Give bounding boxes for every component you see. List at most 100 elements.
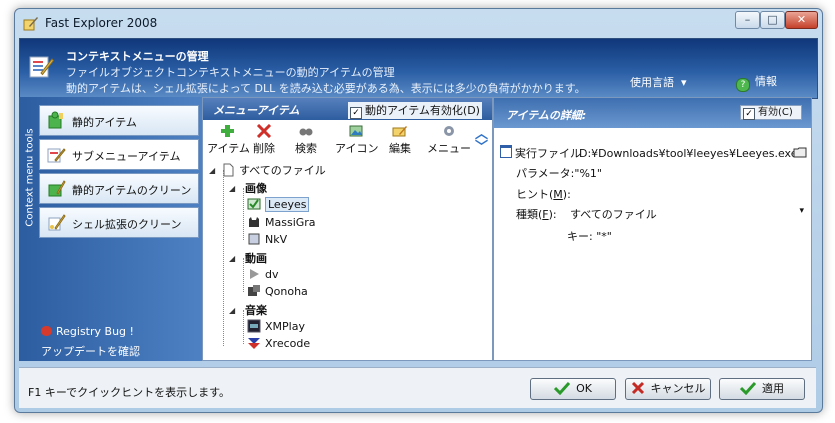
ok-button[interactable]: OK <box>530 378 616 400</box>
check-update-link[interactable]: アップデートを確認 <box>41 343 140 359</box>
leeyes-icon <box>247 198 261 210</box>
enable-dynamic-checkbox[interactable]: ✓ 動的アイテム有効化(D) <box>348 102 482 119</box>
maximize-button[interactable]: □ <box>760 11 785 29</box>
minimize-button[interactable]: – <box>735 11 760 29</box>
collapse-toggle-icon[interactable]: ◢ <box>209 166 215 175</box>
main-window: Fast Explorer 2008 – □ ✕ コンテキストメニューの管理 フ… <box>14 8 823 413</box>
qonoha-icon <box>248 285 260 296</box>
delete-button[interactable]: 削除 <box>253 124 275 156</box>
item-detail-panel: アイテムの詳細: ✓ 有効(C) 実行ファイルD:¥Downloads¥tool¥… <box>493 97 812 361</box>
hint-accesskey: M <box>553 188 563 201</box>
menu-items-header: メニューアイテム ✓ 動的アイテム有効化(D) <box>203 98 492 120</box>
item-detail-title: アイテムの詳細: <box>506 109 587 122</box>
tree-node-nkv[interactable]: NkV <box>247 232 287 246</box>
collapse-toggle-icon[interactable]: ◢ <box>229 306 235 315</box>
submenu-tool-icon <box>47 148 66 163</box>
sidebar-item-static-items[interactable]: 静的アイテム <box>39 105 199 136</box>
language-menu[interactable]: 使用言語 ▾ <box>630 74 687 90</box>
browse-folder-icon[interactable] <box>793 145 807 159</box>
edit-button[interactable]: 編集 <box>389 124 411 156</box>
move-down-icon[interactable]: ﹀ <box>475 136 488 155</box>
tree-guide-line <box>243 188 244 240</box>
tree-node-xmplay[interactable]: XMPlay <box>247 319 305 333</box>
tree-node-dv[interactable]: dv <box>247 267 279 281</box>
key-value: "*" <box>596 230 612 243</box>
tree-group-music[interactable]: 音楽 <box>245 302 267 318</box>
tree-guide-line <box>223 170 224 346</box>
footer-bar: F1 キーでクイックヒントを表示します。 OK キャンセル 適用 <box>19 367 816 408</box>
sidebar-item-label: 静的アイテムのクリーン <box>72 184 192 197</box>
hint-row[interactable]: ヒント(M): <box>516 186 571 202</box>
sidebar-item-label: 静的アイテム <box>72 116 137 129</box>
tree-node-massigra[interactable]: MassiGra <box>247 215 316 229</box>
banner-note: 動的アイテムは、シェル拡張によって DLL を読み込む必要がある為、表示には多少… <box>66 82 586 95</box>
header-banner: コンテキストメニューの管理 ファイルオブジェクトコンテキストメニューの動的アイテ… <box>19 38 818 99</box>
sidebar-item-shell-clean[interactable]: シェル拡張のクリーン <box>39 207 199 238</box>
xrecode-icon <box>248 338 260 349</box>
dropdown-arrow-icon: ▾ <box>799 206 804 216</box>
bug-icon <box>41 326 52 336</box>
menu-button[interactable]: メニュー <box>427 124 471 156</box>
menu-items-title: メニューアイテム <box>213 104 300 117</box>
binoculars-icon <box>299 128 313 136</box>
parameter-value[interactable]: "%1" <box>574 167 602 180</box>
icon-button[interactable]: アイコン <box>335 124 378 156</box>
info-link[interactable]: ? 情報 <box>736 73 777 92</box>
language-menu-label: 使用言語 <box>630 76 674 89</box>
search-button[interactable]: 検索 <box>295 124 317 156</box>
sidebar-item-submenu-items[interactable]: サブメニューアイテム <box>39 139 199 170</box>
edit-pencil-icon <box>392 126 407 137</box>
play-icon <box>250 269 259 279</box>
tree-guide-line <box>243 310 244 344</box>
context-menu-icon <box>29 56 54 78</box>
checkbox-checked-icon: ✓ <box>743 108 755 120</box>
add-item-button[interactable]: アイテム <box>207 124 250 156</box>
file-icon <box>223 163 234 177</box>
tree-guide-line <box>243 258 244 292</box>
dropdown-arrow-icon: ▾ <box>677 76 687 89</box>
registry-bug-link[interactable]: Registry Bug ! <box>41 325 134 338</box>
hint-label: ヒント( <box>516 188 554 201</box>
green-plus-icon <box>221 125 235 137</box>
type-label: 種類( <box>516 208 543 221</box>
menu-toolbar: アイテム 削除 検索 アイコン 編集 メニュー ︿ ﹀ <box>203 120 492 160</box>
sidebar-item-static-clean[interactable]: 静的アイテムのクリーン <box>39 173 199 204</box>
cat-icon <box>249 217 259 227</box>
menu-items-panel: メニューアイテム ✓動的アイテム有効化(D) アイテム 削除 検索 アイコン <box>202 97 493 361</box>
clean-puzzle-icon <box>48 180 66 197</box>
cancel-button[interactable]: キャンセル <box>625 378 711 400</box>
sidebar: Context menu tools 静的アイテム サブメニューアイテム 静的ア… <box>19 97 202 361</box>
exec-file-row: 実行ファイルD:¥Downloads¥tool¥leeyes¥Leeyes.ex… <box>500 145 798 161</box>
hint-label-tail: ): <box>562 188 571 201</box>
shell-clean-icon <box>48 214 66 231</box>
collapse-toggle-icon[interactable]: ◢ <box>229 254 235 263</box>
title-bar[interactable]: Fast Explorer 2008 – □ ✕ <box>15 9 822 37</box>
item-detail-header: アイテムの詳細: ✓ 有効(C) <box>494 98 811 128</box>
xmplay-icon <box>247 319 261 333</box>
tree-node-leeyes[interactable]: Leeyes <box>247 197 310 212</box>
valid-checkbox[interactable]: ✓ 有効(C) <box>740 105 802 120</box>
exec-file-label: 実行ファイル <box>515 147 581 160</box>
window-small-icon <box>500 145 512 158</box>
collapse-toggle-icon[interactable]: ◢ <box>229 184 235 193</box>
banner-description: ファイルオブジェクトコンテキストメニューの動的アイテムの管理 <box>66 66 395 79</box>
tree-group-video[interactable]: 動画 <box>245 250 267 266</box>
close-button[interactable]: ✕ <box>785 11 818 29</box>
info-icon: ? <box>736 78 750 92</box>
red-x-icon <box>631 381 644 395</box>
parameter-row: パラメータ:"%1" <box>516 165 602 181</box>
checkbox-checked-icon: ✓ <box>350 107 362 119</box>
sidebar-item-label: シェル拡張のクリーン <box>72 218 182 231</box>
tree-node-qonoha[interactable]: Qonoha <box>247 284 308 298</box>
apply-button[interactable]: 適用 <box>719 378 805 400</box>
banner-title: コンテキストメニューの管理 <box>66 50 209 63</box>
tree-node-root[interactable]: すべてのファイル <box>221 162 326 178</box>
sidebar-item-label: サブメニューアイテム <box>72 150 181 163</box>
status-hint: F1 キーでクイックヒントを表示します。 <box>28 386 231 399</box>
exec-file-value[interactable]: D:¥Downloads¥tool¥leeyes¥Leeyes.exe <box>579 147 798 160</box>
type-select[interactable]: すべてのファイル ▾ <box>570 206 810 222</box>
red-x-icon <box>256 124 272 138</box>
app-icon <box>23 17 38 31</box>
tree-node-xrecode[interactable]: Xrecode <box>247 336 310 350</box>
tree-group-image[interactable]: 画像 <box>245 180 267 196</box>
